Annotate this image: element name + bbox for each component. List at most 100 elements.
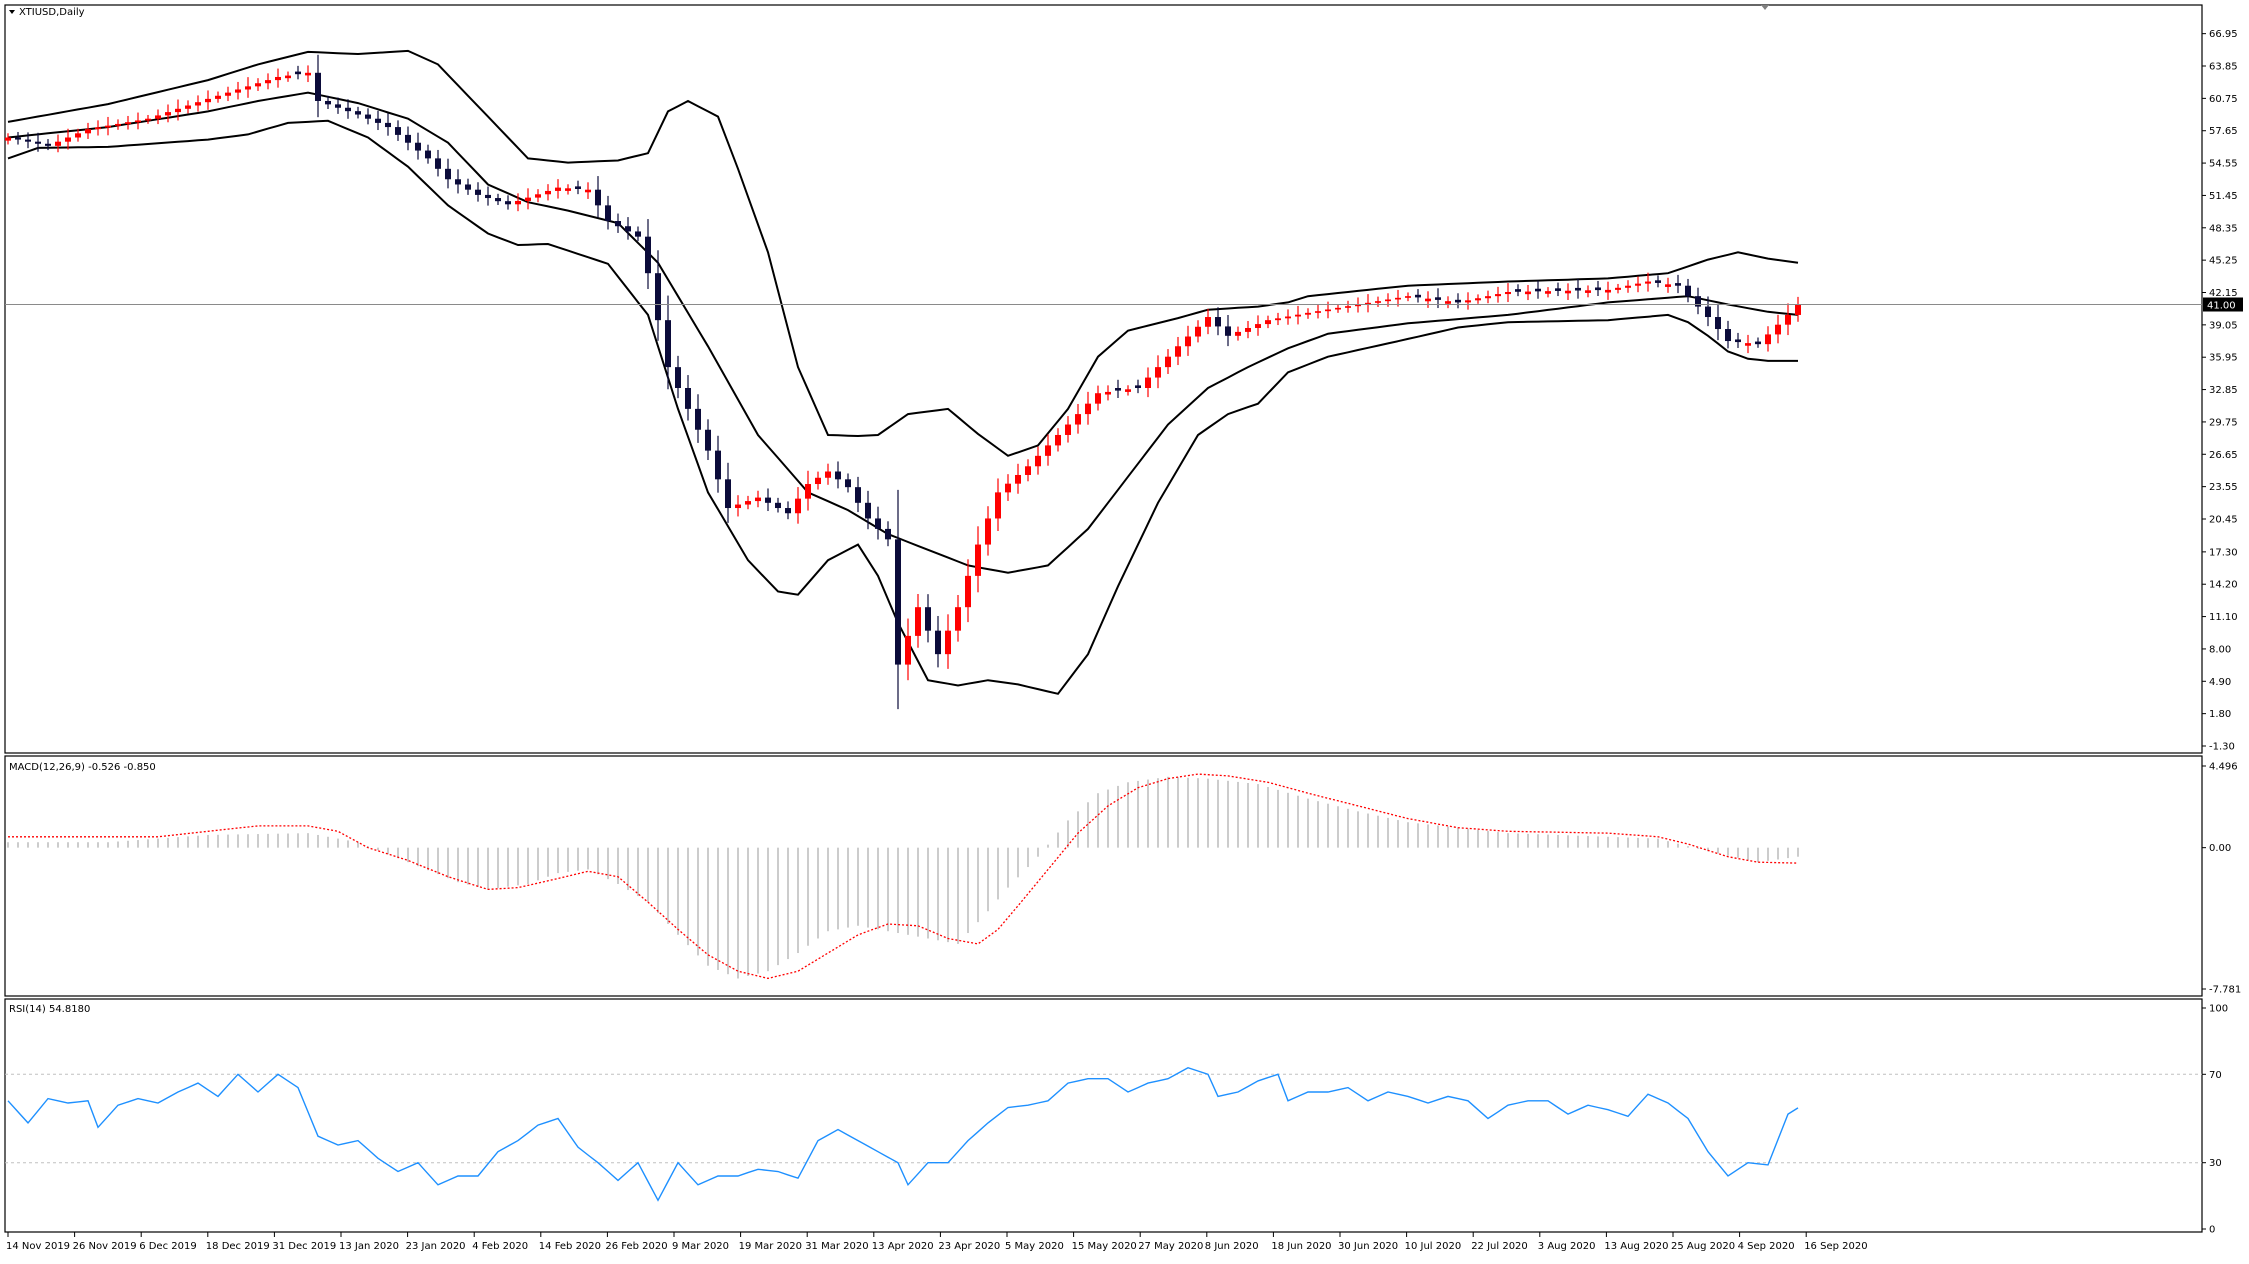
middle-band-line xyxy=(7,91,1799,574)
symbol-header: XTIUSD,Daily xyxy=(9,7,85,18)
candle-body xyxy=(235,89,241,93)
candle xyxy=(405,126,411,151)
candle-body xyxy=(585,189,591,193)
candle-body xyxy=(315,72,321,101)
candle xyxy=(905,618,911,681)
candle xyxy=(805,470,811,511)
scroll-marker-icon[interactable] xyxy=(1761,5,1769,10)
candle-body xyxy=(515,200,521,205)
candle xyxy=(95,120,101,136)
candle-body xyxy=(1035,455,1041,467)
chart-canvas[interactable]: 66.95 63.85 60.75 57.65 54.55 51.45 48.35 45.25… xyxy=(0,0,2249,1260)
candle xyxy=(105,116,111,136)
candle-body xyxy=(425,150,431,159)
candle-body xyxy=(1405,296,1411,298)
rsi-tick-label: 100 xyxy=(2209,1004,2228,1015)
candle-body xyxy=(1265,320,1271,325)
candle-body xyxy=(115,123,121,126)
candle-body xyxy=(1575,287,1581,291)
candle-body xyxy=(665,320,671,368)
candle xyxy=(955,594,961,642)
time-tick-label: 6 Dec 2019 xyxy=(139,1241,197,1252)
candle-body xyxy=(645,236,651,274)
rsi-pane-frame xyxy=(4,998,2203,1233)
candle xyxy=(1695,287,1701,315)
candle-body xyxy=(1385,299,1391,302)
candle-body xyxy=(715,450,721,480)
candle xyxy=(935,615,941,668)
candle-body xyxy=(1145,377,1151,389)
candle-body xyxy=(435,158,441,169)
candle-body xyxy=(765,497,771,503)
candle xyxy=(1035,446,1041,475)
candle xyxy=(165,104,171,123)
time-tick-label: 27 May 2020 xyxy=(1138,1241,1203,1252)
price-tick-label: 48.35 xyxy=(2209,223,2238,234)
candle xyxy=(1335,304,1341,313)
candle-body xyxy=(1505,291,1511,295)
candle-body xyxy=(155,115,161,119)
time-tick-label: 10 Jul 2020 xyxy=(1405,1241,1462,1252)
candle-body xyxy=(1695,296,1701,307)
candle xyxy=(735,495,741,517)
candle xyxy=(1265,315,1271,329)
macd-tick-label: 4.496 xyxy=(2209,762,2238,773)
candle-body xyxy=(695,408,701,430)
candle xyxy=(1125,385,1131,396)
time-tick-label: 13 Aug 2020 xyxy=(1604,1241,1668,1252)
candle-body xyxy=(1735,339,1741,343)
candle xyxy=(1555,282,1561,297)
candle-body xyxy=(25,139,31,142)
candle xyxy=(1525,285,1531,301)
candle-body xyxy=(355,111,361,115)
candle xyxy=(395,120,401,141)
candle-body xyxy=(1645,281,1651,284)
dropdown-triangle-icon[interactable] xyxy=(9,10,15,14)
candle-body xyxy=(45,143,51,146)
candle xyxy=(1425,291,1431,308)
candle-body xyxy=(1235,331,1241,336)
candle-body xyxy=(655,273,661,321)
time-tick-label: 19 Mar 2020 xyxy=(739,1241,802,1252)
candle-body xyxy=(795,498,801,514)
time-tick-label: 13 Jan 2020 xyxy=(339,1241,399,1252)
candle-body xyxy=(1215,317,1221,327)
candle xyxy=(545,184,551,201)
candle-body xyxy=(1565,290,1571,294)
candle-body xyxy=(545,190,551,195)
candle-body xyxy=(1135,385,1141,389)
candle-body xyxy=(405,134,411,143)
candle-body xyxy=(1655,280,1661,283)
candle xyxy=(1485,290,1491,304)
candle-body xyxy=(705,429,711,451)
candle xyxy=(845,473,851,493)
candle-body xyxy=(285,75,291,79)
time-tick-label: 16 Sep 2020 xyxy=(1804,1241,1867,1252)
candle-body xyxy=(935,630,941,655)
candle xyxy=(265,73,271,90)
candle-body xyxy=(1515,289,1521,292)
symbol-label: XTIUSD,Daily xyxy=(19,7,85,18)
candle xyxy=(1205,308,1211,335)
candle xyxy=(445,158,451,189)
time-tick-label: 26 Nov 2019 xyxy=(73,1241,137,1252)
candle xyxy=(575,180,581,195)
candle xyxy=(1795,296,1801,322)
candle-body xyxy=(135,120,141,123)
time-tick-label: 26 Feb 2020 xyxy=(605,1241,667,1252)
candle-body xyxy=(1245,327,1251,332)
candle-body xyxy=(55,141,61,146)
lower-band-line xyxy=(7,119,1798,695)
candle-body xyxy=(925,607,931,631)
candle xyxy=(1685,278,1691,303)
candle xyxy=(1455,293,1461,309)
candle xyxy=(1305,308,1311,319)
candle-body xyxy=(185,105,191,109)
candle-body xyxy=(1705,306,1711,318)
time-tick-label: 22 Jul 2020 xyxy=(1471,1241,1528,1252)
candle-body xyxy=(1075,414,1081,425)
candle xyxy=(1025,459,1031,482)
candle xyxy=(1665,277,1671,293)
macd-label: MACD(12,26,9) -0.526 -0.850 xyxy=(9,762,156,773)
candle xyxy=(55,134,61,153)
